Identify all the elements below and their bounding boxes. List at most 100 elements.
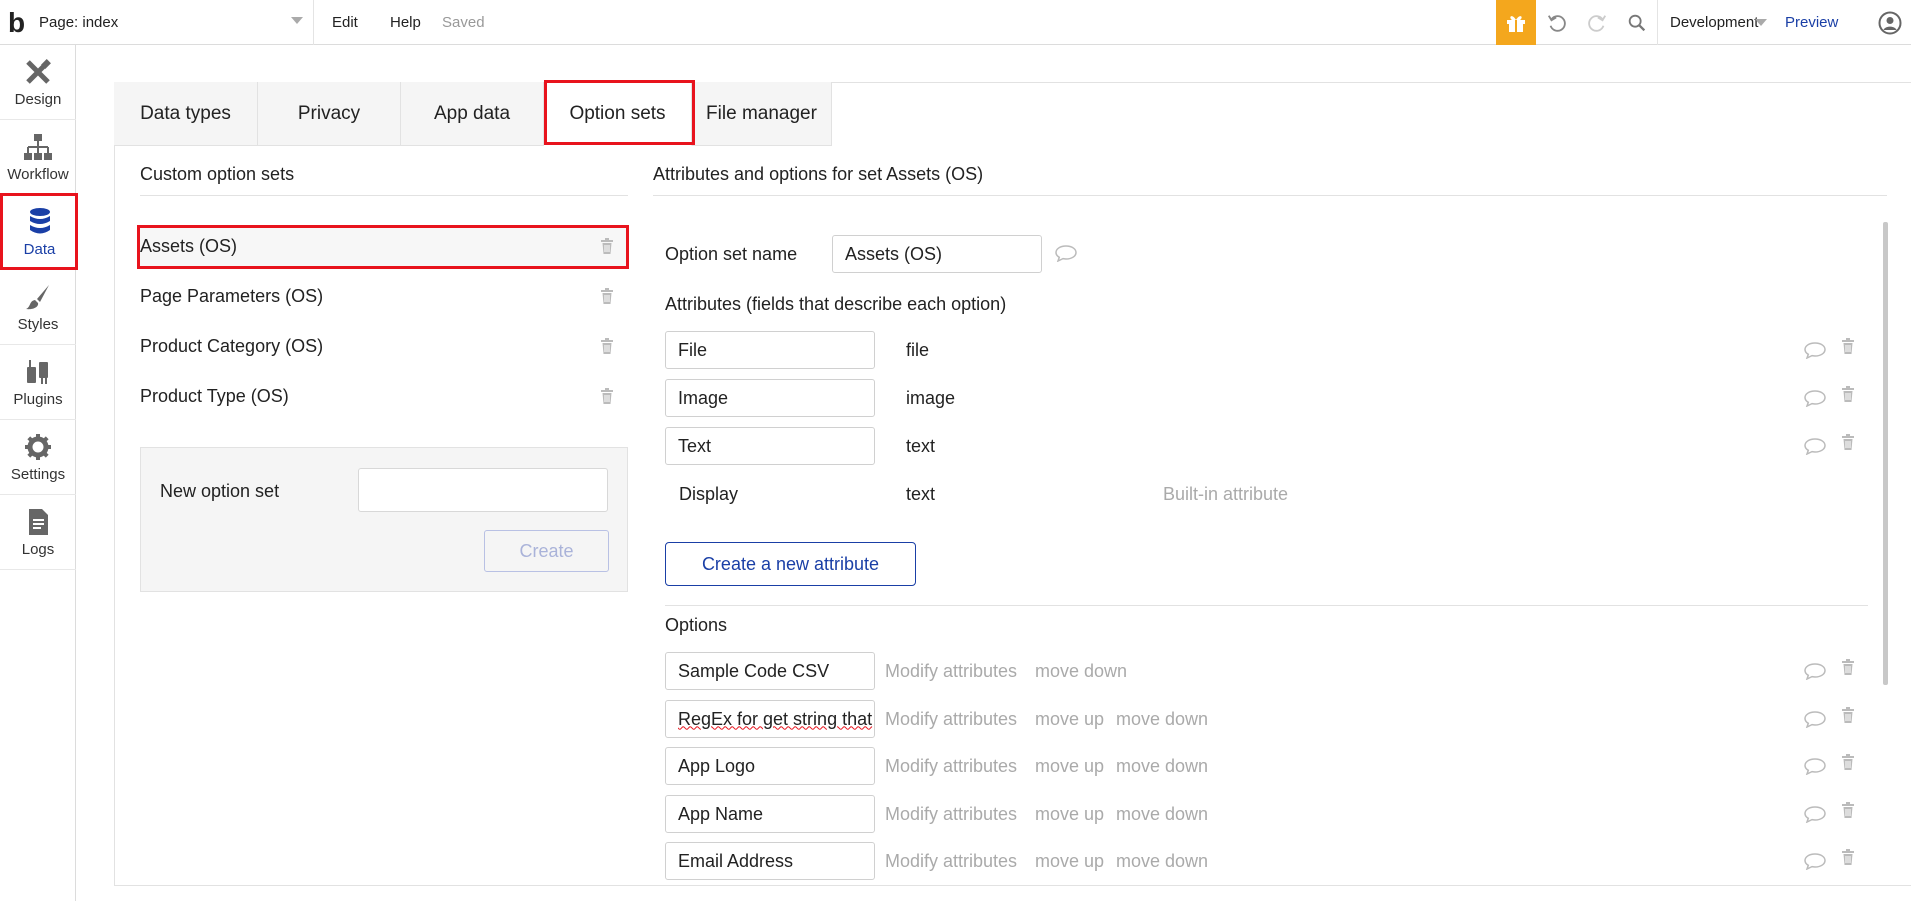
builtin-attribute-type: text xyxy=(906,484,936,504)
attribute-name-input[interactable]: Text xyxy=(665,427,875,465)
move-up-link[interactable]: move up xyxy=(1035,804,1104,825)
move-down-link[interactable]: move down xyxy=(1116,851,1208,872)
tab-privacy[interactable]: Privacy xyxy=(258,82,401,146)
option-set-name-input[interactable]: Assets (OS) xyxy=(832,235,1042,273)
nav-settings[interactable]: Settings xyxy=(0,420,76,495)
option-set-item[interactable]: Page Parameters (OS) xyxy=(138,276,628,316)
trash-icon[interactable] xyxy=(600,288,614,304)
chevron-down-icon xyxy=(1755,19,1767,26)
attribute-type: text xyxy=(906,436,936,456)
nav-workflow[interactable]: Workflow xyxy=(0,120,76,195)
search-button[interactable] xyxy=(1617,0,1657,45)
modify-attributes-link[interactable]: Modify attributes xyxy=(885,851,1017,872)
option-set-name-value: Assets (OS) xyxy=(845,243,943,264)
attribute-type: file xyxy=(906,340,930,360)
page-selector[interactable]: Page: index xyxy=(33,0,314,45)
menu-edit[interactable]: Edit xyxy=(332,0,358,45)
comment-icon[interactable] xyxy=(1804,662,1826,680)
left-nav: Design Workflow Data Styles Plugins Sett… xyxy=(0,45,76,901)
gift-button[interactable] xyxy=(1496,0,1536,45)
modify-attributes-link[interactable]: Modify attributes xyxy=(885,804,1017,825)
tab-app-data[interactable]: App data xyxy=(401,82,544,146)
option-value: App Name xyxy=(678,803,764,824)
tab-file-manager[interactable]: File manager xyxy=(692,82,832,146)
attribute-name: Text xyxy=(678,435,712,456)
new-option-set-input[interactable] xyxy=(358,468,608,512)
divider xyxy=(665,605,1868,606)
option-value-input[interactable]: RegEx for get string that xyxy=(665,700,875,738)
attributes-label: Attributes (fields that describe each op… xyxy=(665,294,1007,314)
option-value-input[interactable]: App Logo xyxy=(665,747,875,785)
trash-icon[interactable] xyxy=(1841,802,1855,818)
move-up-link[interactable]: move up xyxy=(1035,851,1104,872)
new-option-set-box: New option set Create xyxy=(140,447,628,592)
move-down-link[interactable]: move down xyxy=(1035,661,1127,682)
trash-icon[interactable] xyxy=(1841,434,1855,450)
trash-icon[interactable] xyxy=(1841,754,1855,770)
move-down-link[interactable]: move down xyxy=(1116,709,1208,730)
bubble-logo[interactable]: b xyxy=(0,0,33,45)
trash-icon[interactable] xyxy=(1841,386,1855,402)
move-up-link[interactable]: move up xyxy=(1035,756,1104,777)
builtin-attribute-name: Display xyxy=(679,484,739,504)
gear-icon xyxy=(25,433,51,460)
comment-icon[interactable] xyxy=(1804,710,1826,728)
attribute-type: image xyxy=(906,388,956,408)
attributes-panel-title: Attributes and options for set Assets (O… xyxy=(653,164,984,184)
page-selector-label: Page: index xyxy=(39,14,119,31)
comment-icon[interactable] xyxy=(1055,244,1077,262)
trash-icon[interactable] xyxy=(1841,707,1855,723)
comment-icon[interactable] xyxy=(1804,852,1826,870)
nav-styles-label: Styles xyxy=(17,315,59,333)
undo-button[interactable] xyxy=(1537,0,1577,45)
option-value-input[interactable]: Sample Code CSV xyxy=(665,652,875,690)
nav-workflow-label: Workflow xyxy=(7,165,69,183)
tab-data-types[interactable]: Data types xyxy=(114,82,258,146)
options-label: Options xyxy=(665,615,728,635)
preview-link[interactable]: Preview xyxy=(1785,0,1838,45)
redo-button[interactable] xyxy=(1577,0,1617,45)
trash-icon[interactable] xyxy=(1841,849,1855,865)
menu-help[interactable]: Help xyxy=(390,0,421,45)
custom-option-sets-title: Custom option sets xyxy=(140,164,295,184)
move-down-link[interactable]: move down xyxy=(1116,804,1208,825)
nav-design[interactable]: Design xyxy=(0,45,76,120)
create-button[interactable]: Create xyxy=(484,530,609,572)
comment-icon[interactable] xyxy=(1804,389,1826,407)
attribute-name-input[interactable]: File xyxy=(665,331,875,369)
option-set-label: Product Category (OS) xyxy=(140,335,324,356)
comment-icon[interactable] xyxy=(1804,437,1826,455)
comment-icon[interactable] xyxy=(1804,341,1826,359)
attribute-name-input[interactable]: Image xyxy=(665,379,875,417)
option-set-item[interactable]: Product Category (OS) xyxy=(138,326,628,366)
document-icon xyxy=(29,508,48,535)
nav-logs-label: Logs xyxy=(21,540,55,558)
option-value-input[interactable]: Email Address xyxy=(665,842,875,880)
database-icon xyxy=(29,207,50,233)
option-value: App Logo xyxy=(678,755,756,776)
environment-selector[interactable]: Development xyxy=(1657,0,1775,45)
nav-data[interactable]: Data xyxy=(0,195,76,270)
tab-option-sets[interactable]: Option sets xyxy=(544,82,692,146)
nav-plugins[interactable]: Plugins xyxy=(0,345,76,420)
trash-icon[interactable] xyxy=(1841,338,1855,354)
option-set-item[interactable]: Product Type (OS) xyxy=(138,376,628,416)
user-avatar-icon[interactable] xyxy=(1878,11,1902,35)
modify-attributes-link[interactable]: Modify attributes xyxy=(885,661,1017,682)
option-value-input[interactable]: App Name xyxy=(665,795,875,833)
trash-icon[interactable] xyxy=(600,388,614,404)
nav-logs[interactable]: Logs xyxy=(0,495,76,570)
trash-icon[interactable] xyxy=(1841,659,1855,675)
option-set-item[interactable]: Assets (OS) xyxy=(138,226,628,266)
trash-icon[interactable] xyxy=(600,238,614,254)
move-down-link[interactable]: move down xyxy=(1116,756,1208,777)
comment-icon[interactable] xyxy=(1804,757,1826,775)
scrollbar[interactable] xyxy=(1883,222,1888,685)
modify-attributes-link[interactable]: Modify attributes xyxy=(885,709,1017,730)
move-up-link[interactable]: move up xyxy=(1035,709,1104,730)
create-attribute-button[interactable]: Create a new attribute xyxy=(665,542,916,586)
trash-icon[interactable] xyxy=(600,338,614,354)
comment-icon[interactable] xyxy=(1804,805,1826,823)
modify-attributes-link[interactable]: Modify attributes xyxy=(885,756,1017,777)
nav-styles[interactable]: Styles xyxy=(0,270,76,345)
